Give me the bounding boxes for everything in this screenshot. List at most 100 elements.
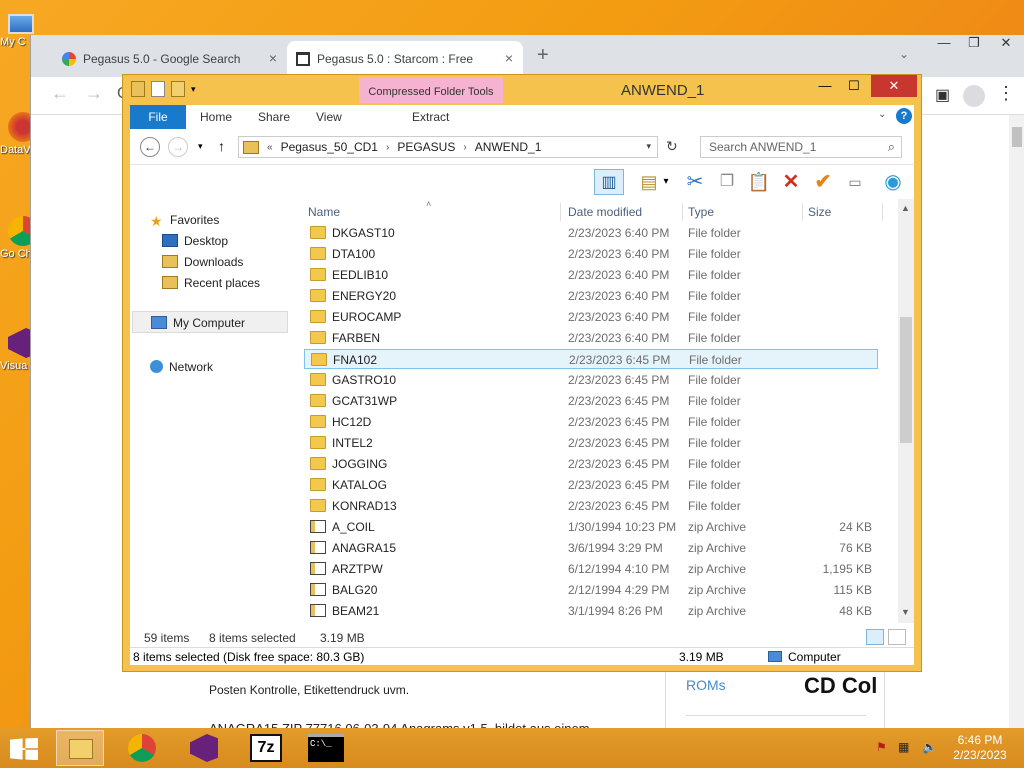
minimize-button[interactable]: — (811, 75, 839, 97)
file-row[interactable]: FARBEN 2/23/2023 6:40 PM File folder (304, 328, 878, 348)
details-view-icon[interactable] (866, 629, 884, 645)
search-input[interactable]: Search ANWEND_1 ⌕ (700, 136, 902, 158)
file-row[interactable]: KONRAD13 2/23/2023 6:45 PM File folder (304, 496, 878, 516)
chevron-right-icon[interactable]: › (463, 142, 466, 153)
new-folder-icon[interactable] (171, 81, 185, 97)
taskbar-cmd[interactable]: C:\_ (302, 730, 350, 766)
delete-icon[interactable]: ✕ (778, 169, 804, 195)
address-bar[interactable]: « Pegasus_50_CD1 › PEGASUS › ANWEND_1 ▾ (238, 136, 658, 158)
nav-network[interactable]: Network (150, 360, 213, 374)
file-row[interactable]: FNA102 2/23/2023 6:45 PM File folder (304, 349, 878, 369)
column-divider[interactable] (682, 203, 683, 221)
volume-icon[interactable]: 🔈 (922, 740, 937, 754)
file-row[interactable]: DTA100 2/23/2023 6:40 PM File folder (304, 244, 878, 264)
browser-tab-starcom[interactable]: Pegasus 5.0 : Starcom : Free Dow × (287, 41, 523, 77)
taskbar-visual-studio[interactable] (180, 730, 228, 766)
taskbar-chrome[interactable] (118, 730, 166, 766)
roms-link[interactable]: ROMs (686, 677, 726, 693)
nav-downloads[interactable]: Downloads (162, 255, 243, 269)
maximize-button[interactable]: ☐ (839, 75, 869, 97)
file-row[interactable]: BALG20 2/12/1994 4:29 PM zip Archive 115 KB (304, 580, 878, 600)
side-panel-icon[interactable]: ▣ (935, 85, 950, 105)
file-list-scrollbar[interactable]: ▲ ▼ (898, 199, 914, 623)
close-tab-icon[interactable]: × (505, 50, 513, 66)
file-row[interactable]: KATALOG 2/23/2023 6:45 PM File folder (304, 475, 878, 495)
chevron-right-icon[interactable]: › (386, 142, 389, 153)
rename-icon[interactable]: ▭ (842, 169, 868, 195)
scroll-down-icon[interactable]: ▼ (901, 607, 910, 617)
menu-icon[interactable]: ⋮ (997, 83, 1015, 104)
file-row[interactable]: BEAM21 3/1/1994 8:26 PM zip Archive 48 KB (304, 601, 878, 621)
taskbar-file-explorer[interactable] (56, 730, 104, 766)
breadcrumb-item[interactable]: Pegasus_50_CD1 (281, 140, 378, 154)
properties-icon[interactable] (151, 81, 165, 97)
nav-favorites[interactable]: ★ Favorites (150, 213, 219, 230)
file-row[interactable]: JOGGING 2/23/2023 6:45 PM File folder (304, 454, 878, 474)
nav-my-computer[interactable]: My Computer (132, 311, 288, 333)
file-row[interactable]: A_COIL 1/30/1994 10:23 PM zip Archive 24 KB (304, 517, 878, 537)
breadcrumb-overflow[interactable]: « (267, 142, 273, 153)
recent-locations-icon[interactable]: ▾ (198, 141, 203, 152)
file-row[interactable]: EUROCAMP 2/23/2023 6:40 PM File folder (304, 307, 878, 327)
file-row[interactable]: GASTRO10 2/23/2023 6:45 PM File folder (304, 370, 878, 390)
tab-extract[interactable]: Extract (412, 105, 449, 129)
tab-file[interactable]: File (130, 105, 186, 129)
file-row[interactable]: ENERGY20 2/23/2023 6:40 PM File folder (304, 286, 878, 306)
column-divider[interactable] (802, 203, 803, 221)
nav-desktop[interactable]: Desktop (162, 234, 228, 248)
action-center-icon[interactable]: ⚑ (876, 740, 887, 754)
cut-icon[interactable]: ✂ (682, 169, 708, 195)
tab-home[interactable]: Home (200, 105, 232, 129)
minimize-button[interactable]: — (929, 35, 959, 57)
column-divider[interactable] (882, 203, 883, 221)
close-button[interactable]: ✕ (991, 35, 1021, 57)
close-button[interactable]: ✕ (871, 75, 917, 97)
forward-icon[interactable]: → (168, 137, 188, 157)
system-clock[interactable]: 6:46 PM 2/23/2023 (950, 733, 1010, 763)
page-scroll-thumb[interactable] (1012, 127, 1022, 147)
file-row[interactable]: DKGAST10 2/23/2023 6:40 PM File folder (304, 223, 878, 243)
taskbar-7zip[interactable]: 7z (242, 730, 290, 766)
maximize-button[interactable]: ❐ (959, 35, 989, 57)
tab-view[interactable]: View (316, 105, 342, 129)
column-header-date[interactable]: Date modified (568, 205, 642, 219)
paste-icon[interactable]: 📋 (746, 169, 772, 195)
scroll-thumb[interactable] (900, 317, 912, 443)
up-icon[interactable]: ↑ (218, 138, 225, 154)
column-divider[interactable] (560, 203, 561, 221)
column-header-size[interactable]: Size (808, 205, 831, 219)
globe-icon[interactable]: ◉ (880, 169, 906, 195)
preview-pane-icon[interactable]: ▥ (594, 169, 624, 195)
breadcrumb-item[interactable]: ANWEND_1 (475, 140, 542, 154)
profile-avatar[interactable] (963, 85, 985, 107)
change-view-icon[interactable]: ▤ (636, 169, 662, 195)
file-row[interactable]: EEDLIB10 2/23/2023 6:40 PM File folder (304, 265, 878, 285)
file-row[interactable]: GCAT31WP 2/23/2023 6:45 PM File folder (304, 391, 878, 411)
refresh-icon[interactable]: ↻ (666, 138, 678, 155)
page-scrollbar[interactable] (1009, 115, 1024, 735)
breadcrumb-item[interactable]: PEGASUS (397, 140, 455, 154)
back-icon[interactable]: ← (140, 137, 160, 157)
tab-share[interactable]: Share (258, 105, 290, 129)
back-icon[interactable]: ← (51, 83, 69, 104)
chevron-down-icon[interactable]: ▾ (191, 81, 201, 97)
copy-icon[interactable]: ❐ (714, 169, 740, 195)
file-row[interactable]: ARZTPW 6/12/1994 4:10 PM zip Archive 1,195 … (304, 559, 878, 579)
file-row[interactable]: HC12D 2/23/2023 6:45 PM File folder (304, 412, 878, 432)
tab-search-icon[interactable]: ⌄ (899, 47, 909, 61)
expand-ribbon-icon[interactable]: ⌄ (878, 109, 886, 120)
network-status-icon[interactable]: ▦ (898, 740, 909, 754)
column-header-type[interactable]: Type (688, 205, 714, 219)
forward-icon[interactable]: → (85, 83, 103, 104)
large-icons-view-icon[interactable] (888, 629, 906, 645)
new-tab-button[interactable]: + (537, 44, 549, 67)
file-row[interactable]: ANAGRA15 3/6/1994 3:29 PM zip Archive 76 KB (304, 538, 878, 558)
column-header-name[interactable]: Name (308, 205, 340, 219)
help-icon[interactable]: ? (896, 108, 912, 124)
nav-recent-places[interactable]: Recent places (162, 276, 260, 290)
chevron-down-icon[interactable]: ▾ (660, 169, 672, 195)
file-row[interactable]: INTEL2 2/23/2023 6:45 PM File folder (304, 433, 878, 453)
check-icon[interactable]: ✔ (810, 169, 836, 195)
start-button[interactable] (10, 738, 38, 760)
close-tab-icon[interactable]: × (269, 50, 277, 66)
